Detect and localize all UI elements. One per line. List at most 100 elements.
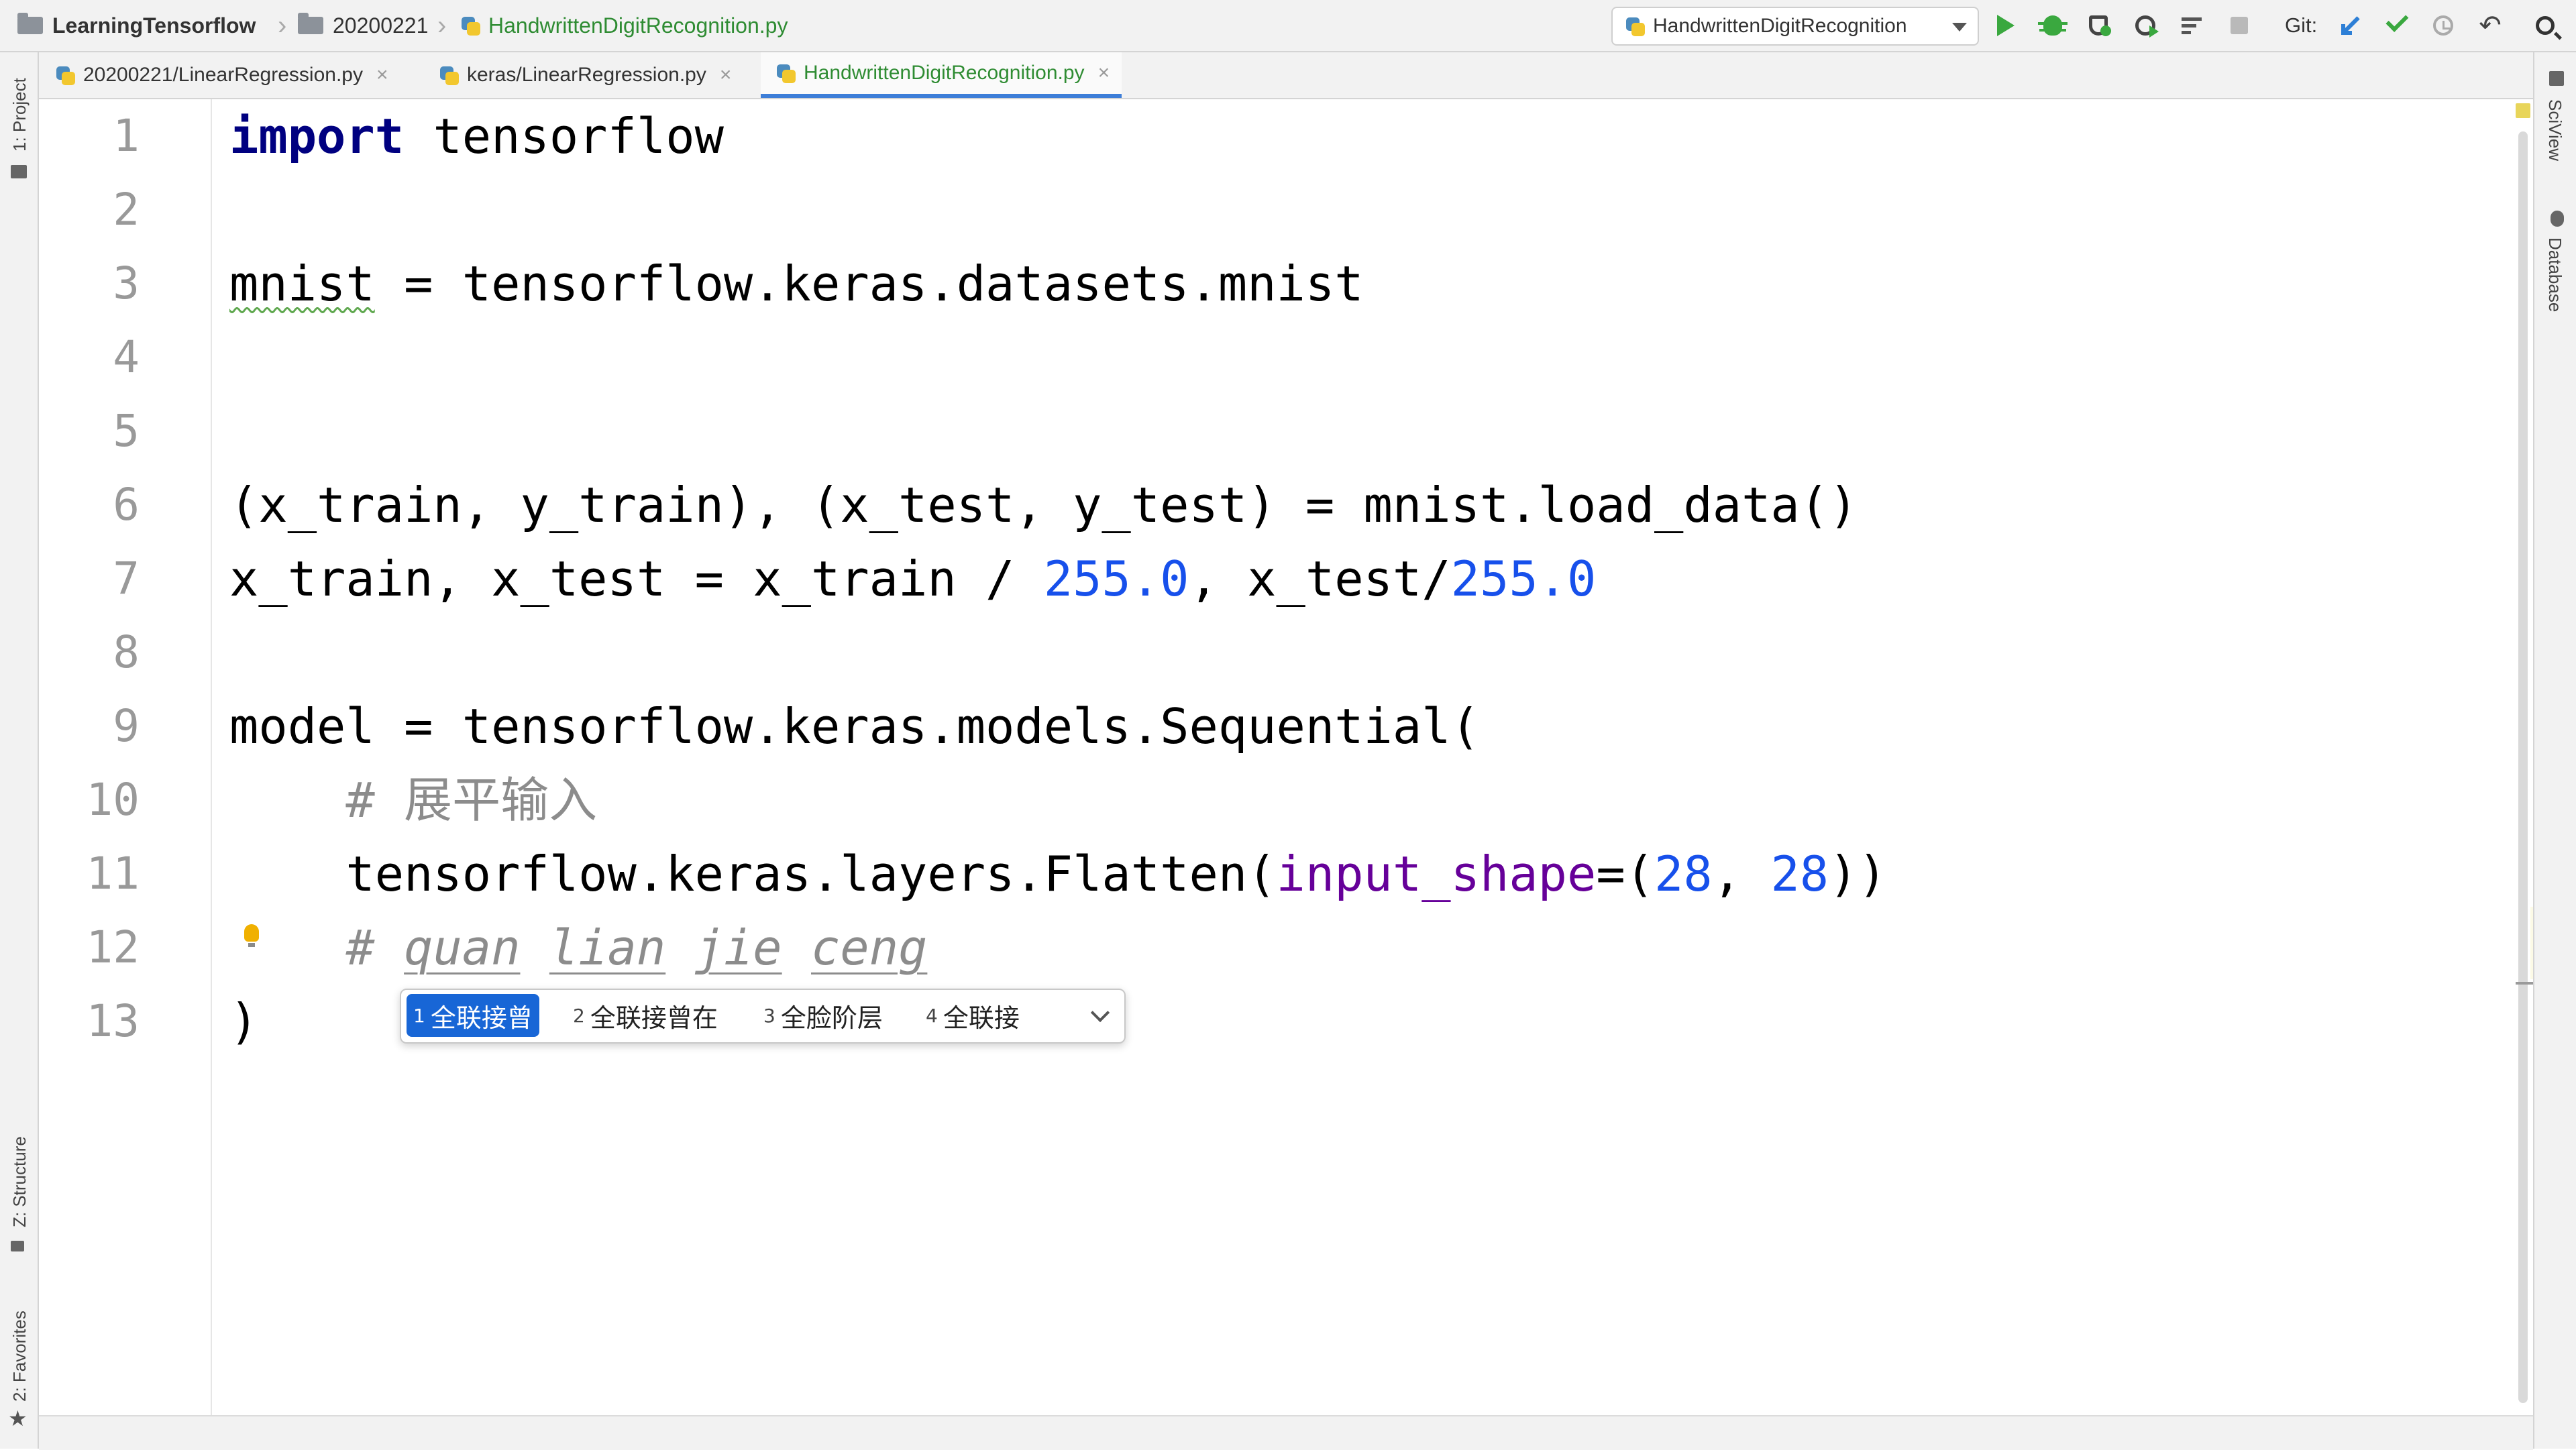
code-line-3[interactable]: mnist = tensorflow.keras.datasets.mnist	[229, 247, 1364, 321]
line-number: 12	[86, 922, 140, 973]
search-everywhere-button[interactable]	[2532, 12, 2559, 39]
breadcrumb-file[interactable]: HandwrittenDigitRecognition.py	[460, 0, 788, 51]
concurrency-diagram-button[interactable]	[2179, 12, 2206, 39]
lightbulb-icon[interactable]	[244, 924, 259, 947]
line-number: 6	[113, 479, 140, 531]
breadcrumb-file-label: HandwrittenDigitRecognition.py	[488, 13, 788, 38]
run-icon	[1997, 15, 2015, 36]
code-line-7[interactable]: x_train, x_test = x_train / 255.0, x_tes…	[229, 542, 1596, 616]
code-line-6[interactable]: (x_train, y_train), (x_test, y_test) = m…	[229, 468, 1858, 542]
right-tool-strip: SciView Database	[2533, 52, 2576, 1449]
ime-candidate-3[interactable]: 3 全脸阶层	[763, 994, 883, 1037]
python-file-icon	[439, 65, 459, 85]
python-icon	[1625, 16, 1645, 36]
code-line-12-comment[interactable]: # quan lian jie ceng	[229, 911, 927, 985]
code-line-10-comment[interactable]: # 展平输入	[229, 763, 597, 837]
line-number: 3	[113, 258, 140, 309]
ime-candidate-1[interactable]: 1 全联接曾	[407, 994, 539, 1037]
candidate-text: 全联接	[943, 1003, 1020, 1033]
run-with-coverage-button[interactable]	[2085, 12, 2112, 39]
code-line-13[interactable]: )	[229, 985, 258, 1058]
breadcrumb-folder-label: 20200221	[333, 13, 429, 38]
code-text: =(	[1596, 846, 1655, 902]
ime-candidate-4[interactable]: 4 全联接	[926, 994, 1020, 1037]
tab-linear-regression-keras[interactable]: keras/LinearRegression.py ×	[439, 52, 731, 98]
database-tool-button[interactable]: Database	[2544, 237, 2565, 312]
project-tool-button[interactable]: 1: Project	[9, 78, 30, 152]
candidate-text: 全联接曾在	[590, 1003, 718, 1033]
breadcrumb-separator: ›	[278, 10, 287, 40]
candidate-number: 4	[926, 1004, 938, 1027]
code-line-11[interactable]: tensorflow.keras.layers.Flatten(input_sh…	[229, 837, 1887, 911]
candidate-number: 2	[573, 1004, 585, 1027]
git-commit-button[interactable]	[2383, 9, 2410, 39]
breadcrumb-folder[interactable]: 20200221	[298, 0, 428, 51]
git-update-button[interactable]	[2337, 12, 2364, 39]
profile-button[interactable]	[2132, 12, 2159, 39]
code-line-9[interactable]: model = tensorflow.keras.models.Sequenti…	[229, 689, 1480, 763]
line-number: 4	[113, 331, 140, 383]
code-text: , x_test/	[1189, 551, 1451, 607]
close-icon[interactable]: ×	[720, 64, 732, 87]
breadcrumb-separator: ›	[437, 10, 447, 40]
undo-icon: ↶	[2479, 11, 2502, 40]
line-number-gutter: 1 2 3 4 5 6 7 8 9 10 11 12 13	[39, 99, 212, 1415]
pinyin-word: lian	[549, 919, 666, 976]
ime-candidate-2[interactable]: 2 全联接曾在	[573, 994, 718, 1037]
folder-icon	[11, 165, 27, 178]
navigation-bar: LearningTensorflow › 20200221 › Handwrit…	[0, 0, 2576, 52]
tab-handwritten-digit-recognition[interactable]: HandwrittenDigitRecognition.py ×	[761, 52, 1122, 98]
inspection-status-icon[interactable]	[2516, 103, 2530, 118]
run-configuration-dropdown[interactable]: HandwrittenDigitRecognition	[1611, 7, 1979, 46]
tab-label: HandwrittenDigitRecognition.py	[804, 62, 1085, 84]
number-literal: 255.0	[1043, 551, 1189, 607]
line-number: 11	[86, 848, 140, 899]
number-literal: 28	[1654, 846, 1713, 902]
run-button[interactable]	[1992, 12, 2019, 39]
debug-button[interactable]	[2038, 12, 2068, 39]
scrollbar-thumb[interactable]	[2518, 131, 2528, 1403]
git-label: Git:	[2285, 13, 2318, 37]
coverage-icon	[2089, 15, 2111, 36]
code-text: ,	[1712, 846, 1771, 902]
profiler-icon	[2135, 15, 2159, 38]
update-arrow-icon	[2341, 16, 2360, 35]
chevron-down-icon	[1952, 23, 1967, 32]
chevron-down-icon[interactable]	[1090, 1003, 1110, 1023]
line-number: 8	[113, 626, 140, 678]
code-text: ))	[1829, 846, 1887, 902]
ime-candidate-popup: 1 全联接曾 2 全联接曾在 3 全脸阶层 4 全联接	[400, 989, 1126, 1044]
tab-label: keras/LinearRegression.py	[467, 64, 706, 86]
line-number: 7	[113, 553, 140, 604]
checkmark-icon	[2385, 9, 2409, 32]
candidate-text: 全脸阶层	[780, 1003, 883, 1033]
code-text: = tensorflow.keras.datasets.mnist	[374, 256, 1364, 312]
git-rollback-button[interactable]: ↶	[2477, 12, 2504, 39]
code-text: x_train, x_test = x_train /	[229, 551, 1044, 607]
code-editor[interactable]: import tensorflow mnist = tensorflow.ker…	[212, 99, 2530, 1415]
number-literal: 28	[1770, 846, 1829, 902]
candidate-text: 全联接曾	[430, 1003, 533, 1033]
folder-icon	[298, 13, 323, 34]
horizontal-scroll-area	[39, 1415, 2533, 1450]
left-tool-strip: 1: Project Z: Structure 2: Favorites ★	[0, 52, 39, 1449]
tab-label: 20200221/LinearRegression.py	[83, 64, 363, 86]
line-number: 5	[113, 405, 140, 457]
python-file-icon	[775, 63, 796, 83]
breadcrumb-project[interactable]: LearningTensorflow	[17, 0, 256, 51]
sciview-tool-button[interactable]: SciView	[2544, 99, 2565, 161]
candidate-number: 3	[763, 1004, 775, 1027]
database-icon	[2551, 211, 2564, 227]
stop-icon	[2231, 17, 2248, 34]
code-line-1[interactable]: import tensorflow	[229, 99, 724, 173]
bug-icon	[2038, 15, 2068, 36]
breadcrumb-project-label: LearningTensorflow	[52, 13, 256, 38]
structure-tool-button[interactable]: Z: Structure	[9, 1136, 30, 1227]
tab-linear-regression-20200221[interactable]: 20200221/LinearRegression.py ×	[55, 52, 388, 98]
close-icon[interactable]: ×	[376, 64, 388, 87]
close-icon[interactable]: ×	[1098, 62, 1110, 85]
git-history-button[interactable]	[2430, 12, 2457, 39]
stop-button[interactable]	[2226, 12, 2253, 39]
folder-icon	[17, 13, 43, 34]
favorites-tool-button[interactable]: 2: Favorites	[9, 1310, 30, 1402]
